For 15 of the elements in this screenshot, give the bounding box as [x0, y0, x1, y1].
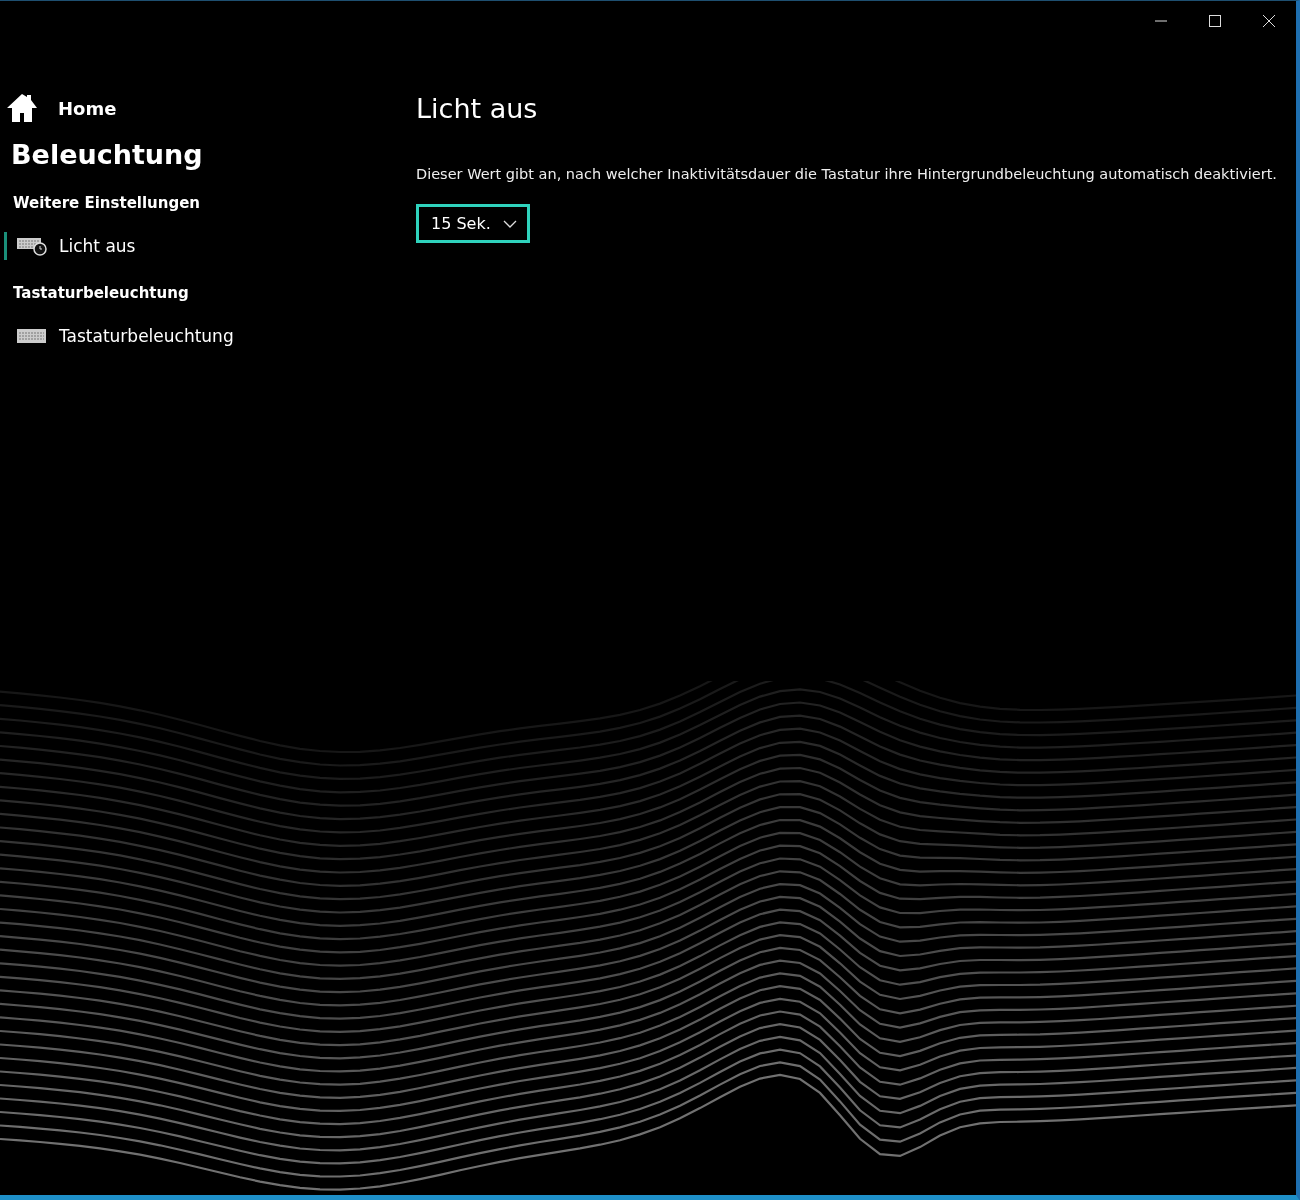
section-heading: Weitere Einstellungen [13, 194, 201, 212]
home-button[interactable]: Home [0, 79, 123, 123]
content-title: Licht aus [416, 93, 539, 124]
home-icon [6, 93, 38, 123]
timeout-dropdown[interactable]: 15 Sek. [416, 204, 530, 243]
keyboard-clock-icon [17, 236, 47, 256]
nav-item[interactable]: Tastaturbeleuchtung [4, 322, 242, 350]
nav-item[interactable]: Licht aus [4, 232, 144, 260]
close-icon [1263, 15, 1275, 27]
chevron-down-icon [502, 219, 517, 228]
keyboard-icon [17, 327, 47, 345]
maximize-icon [1209, 15, 1221, 27]
page-heading: Beleuchtung [11, 139, 203, 170]
section-heading: Tastaturbeleuchtung [13, 284, 189, 302]
description-text: Dieser Wert gibt an, nach welcher Inaktivitätsdauer die Tastatur ihre Hintergrundbeleuchtung automatisch deaktiviert. [416, 166, 1278, 182]
